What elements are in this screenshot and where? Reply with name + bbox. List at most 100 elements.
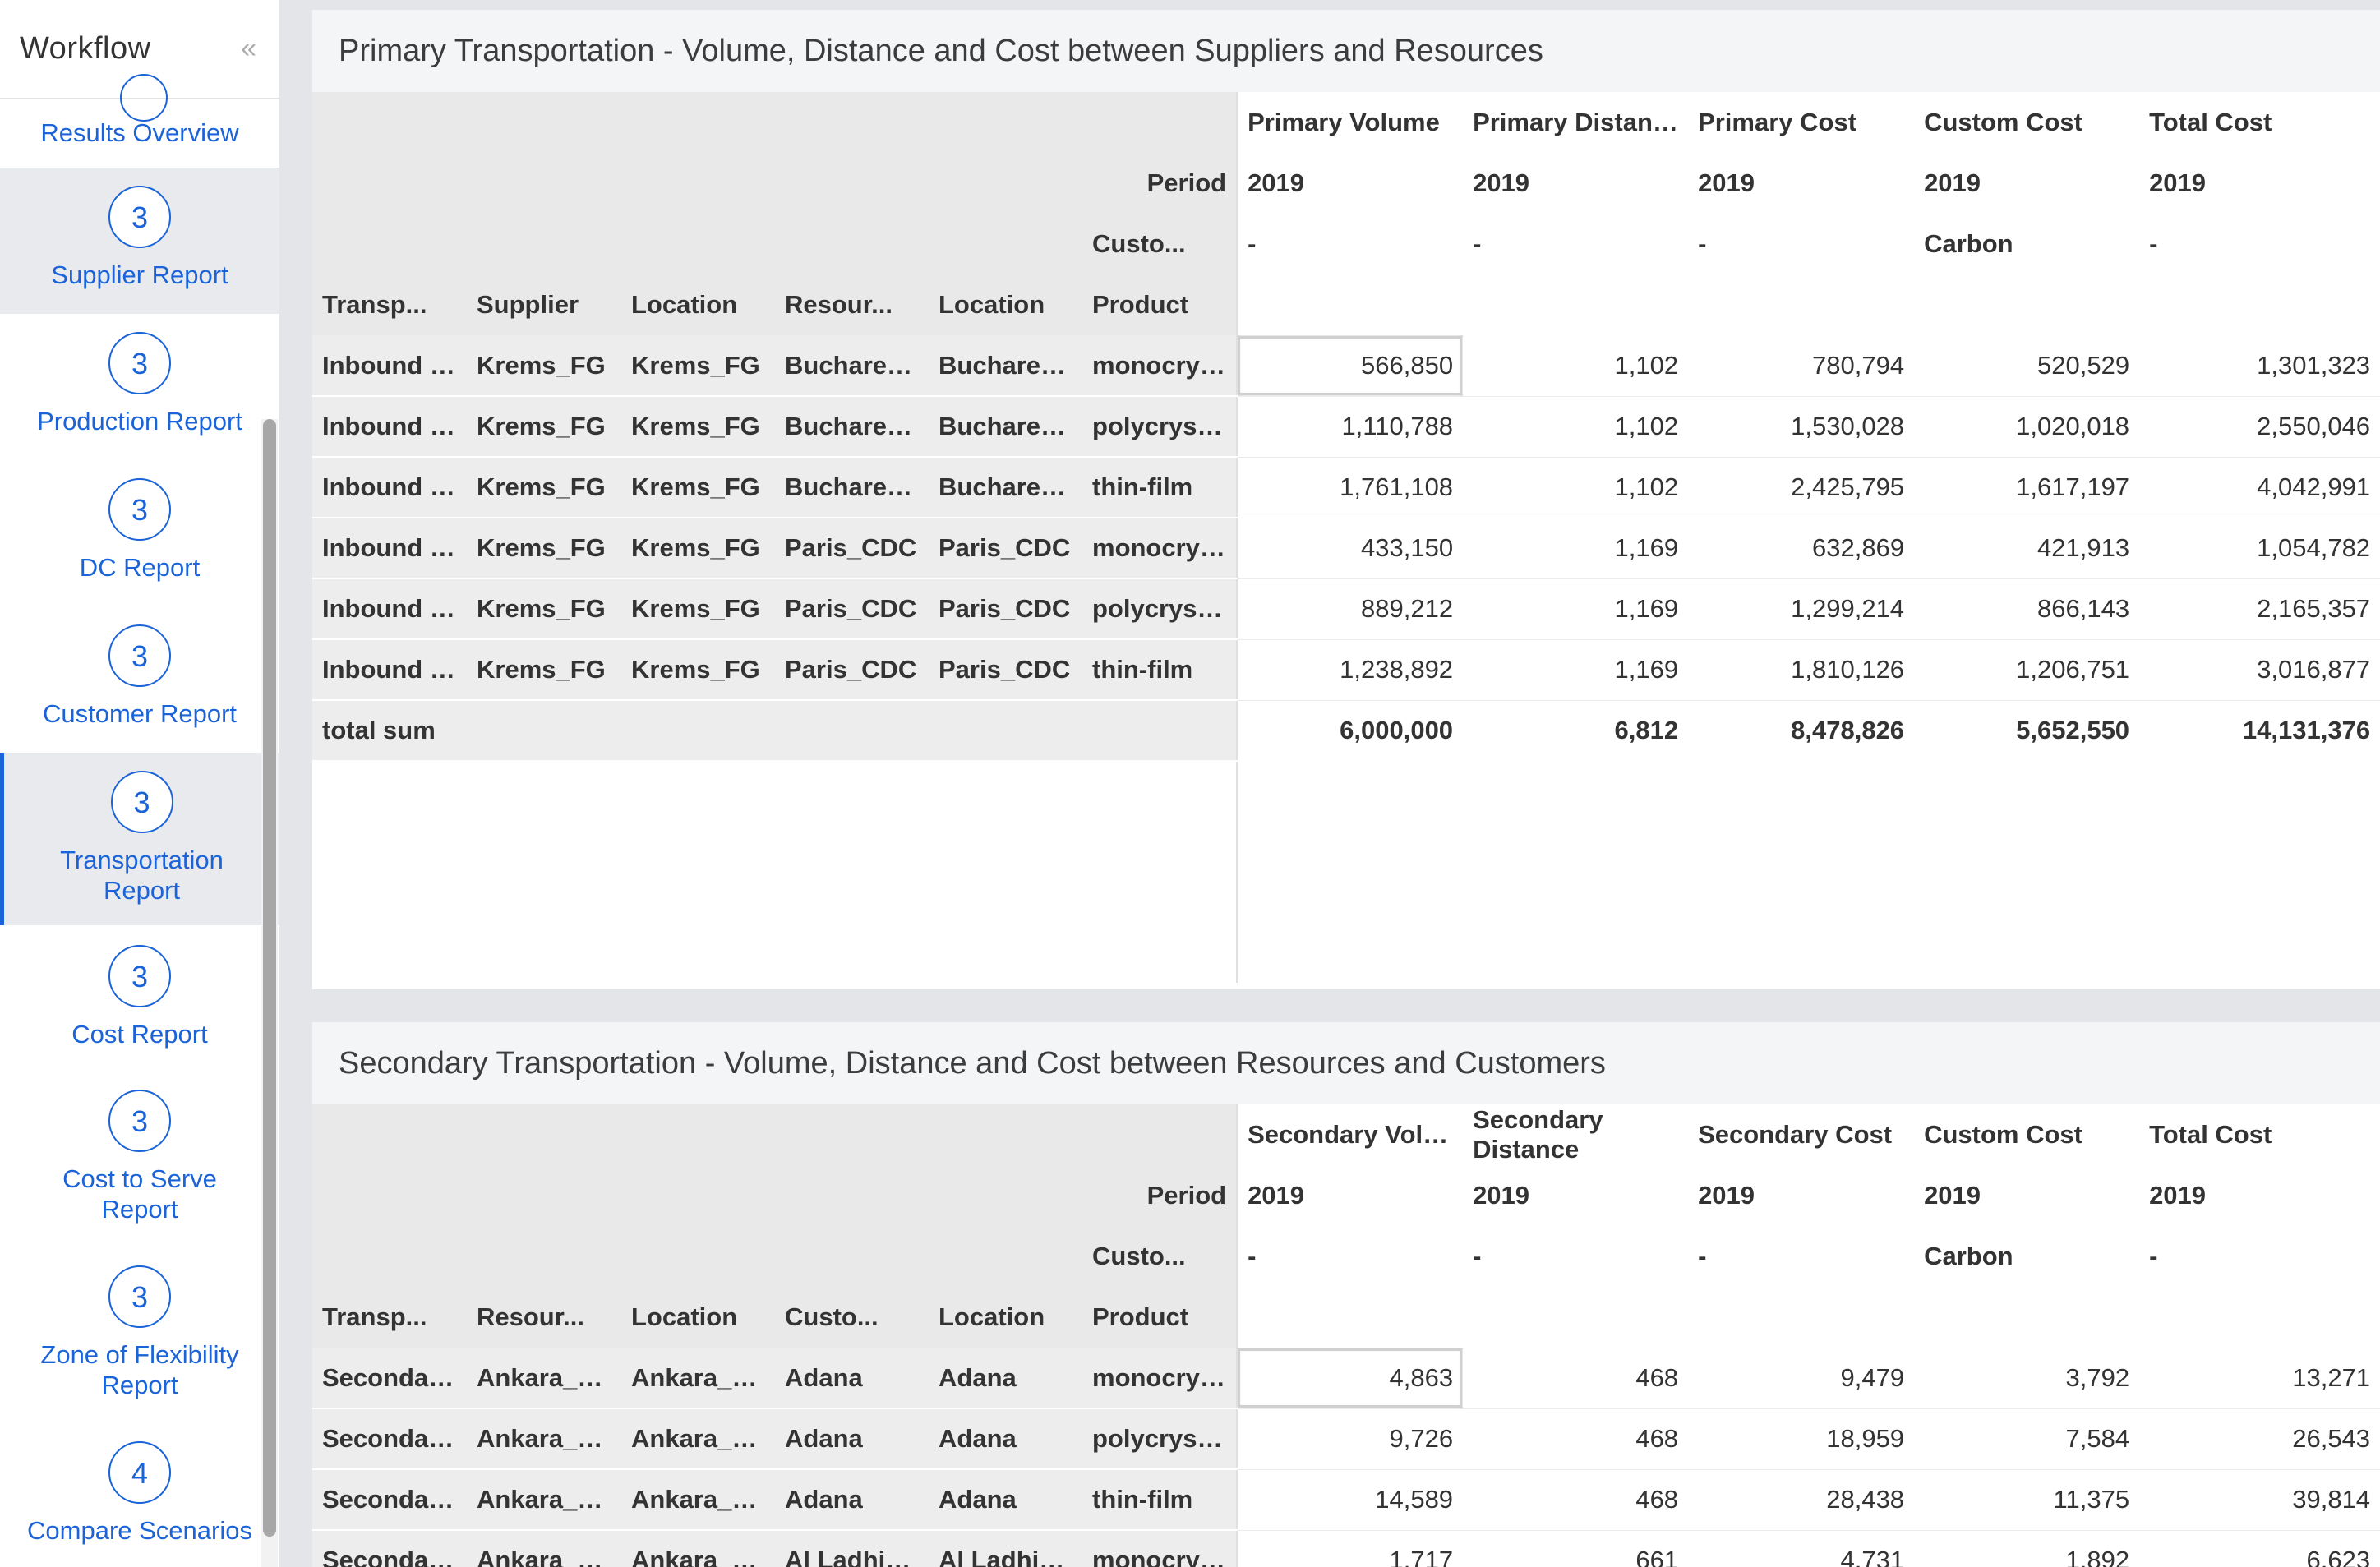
sidebar-item-supplier-report[interactable]: 3 Supplier Report — [0, 168, 279, 314]
row-dim-cell[interactable]: Krems_FG — [467, 639, 621, 701]
sidebar-scrollbar-thumb[interactable] — [263, 419, 276, 1537]
value-cell[interactable]: 1,299,214 — [1688, 578, 1915, 640]
value-cell[interactable]: 3,792 — [1914, 1348, 2140, 1409]
value-cell[interactable]: 1,102 — [1463, 396, 1689, 458]
measure-header[interactable]: Total Cost — [2139, 1104, 2380, 1165]
value-cell[interactable]: 1,169 — [1463, 518, 1689, 579]
value-cell[interactable]: 7,584 — [1914, 1408, 2140, 1470]
row-dim-cell[interactable]: Inbound F... — [312, 578, 467, 640]
sidebar-item-customer-report[interactable]: 3 Customer Report — [0, 606, 279, 753]
value-cell[interactable]: 1,110,788 — [1236, 396, 1464, 458]
dimension-header[interactable]: Resour... — [775, 274, 929, 335]
row-dim-cell[interactable]: Adana — [929, 1348, 1082, 1409]
value-cell[interactable]: 26,543 — [2139, 1408, 2380, 1470]
value-cell[interactable]: 1,238,892 — [1236, 639, 1464, 701]
dimension-header[interactable]: Custo... — [775, 1287, 929, 1348]
row-dim-cell[interactable]: Paris_CDC — [929, 578, 1082, 640]
value-cell[interactable]: 2,165,357 — [2139, 578, 2380, 640]
value-cell[interactable]: 1,717 — [1236, 1530, 1464, 1567]
value-cell[interactable]: 468 — [1463, 1469, 1689, 1531]
value-cell[interactable]: 1,102 — [1463, 457, 1689, 518]
value-cell[interactable]: 1,761,108 — [1236, 457, 1464, 518]
dimension-header[interactable]: Product — [1082, 274, 1238, 335]
row-dim-cell[interactable]: Adana — [775, 1408, 929, 1470]
dimension-header[interactable]: Location — [621, 274, 775, 335]
dimension-header[interactable]: Transp... — [312, 1287, 467, 1348]
row-dim-cell[interactable]: Bucharest... — [929, 457, 1082, 518]
value-cell[interactable]: 28,438 — [1688, 1469, 1915, 1531]
row-dim-cell[interactable]: Krems_FG — [621, 518, 775, 579]
value-cell[interactable]: 433,150 — [1236, 518, 1464, 579]
value-cell[interactable]: 2,550,046 — [2139, 396, 2380, 458]
row-dim-cell[interactable]: Al Ladhiqi... — [775, 1530, 929, 1567]
selected-value-cell[interactable]: 566,850 — [1236, 335, 1464, 397]
row-dim-cell[interactable]: Paris_CDC — [929, 518, 1082, 579]
value-cell[interactable]: 18,959 — [1688, 1408, 1915, 1470]
row-dim-cell[interactable]: Inbound F... — [312, 457, 467, 518]
row-dim-cell[interactable]: Adana — [775, 1469, 929, 1531]
value-cell[interactable]: 468 — [1463, 1348, 1689, 1409]
value-cell[interactable]: 866,143 — [1914, 578, 2140, 640]
dimension-header[interactable]: Transp... — [312, 274, 467, 335]
measure-header[interactable]: Custom Cost — [1914, 1104, 2140, 1165]
row-dim-cell[interactable]: Krems_FG — [467, 457, 621, 518]
sidebar-item-compare-scenarios[interactable]: 4 Compare Scenarios — [0, 1423, 279, 1567]
value-cell[interactable]: 780,794 — [1688, 335, 1915, 397]
row-dim-cell[interactable]: monocrys... — [1082, 335, 1238, 397]
row-dim-cell[interactable]: Paris_CDC — [775, 578, 929, 640]
value-cell[interactable]: 1,206,751 — [1914, 639, 2140, 701]
sidebar-item-cost-to-serve-report[interactable]: 3 Cost to Serve Report — [0, 1072, 279, 1247]
value-cell[interactable]: 11,375 — [1914, 1469, 2140, 1531]
value-cell[interactable]: 421,913 — [1914, 518, 2140, 579]
value-cell[interactable]: 6,623 — [2139, 1530, 2380, 1567]
row-dim-cell[interactable]: Bucharest... — [929, 396, 1082, 458]
dimension-header[interactable]: Location — [621, 1287, 775, 1348]
value-cell[interactable]: 1,102 — [1463, 335, 1689, 397]
row-dim-cell[interactable]: Secondar... — [312, 1348, 467, 1409]
total-value-cell[interactable]: 14,131,376 — [2139, 700, 2380, 761]
value-cell[interactable]: 520,529 — [1914, 335, 2140, 397]
row-dim-cell[interactable]: Krems_FG — [621, 578, 775, 640]
value-cell[interactable]: 889,212 — [1236, 578, 1464, 640]
row-dim-cell[interactable]: Secondar... — [312, 1408, 467, 1470]
row-dim-cell[interactable]: thin-film — [1082, 457, 1238, 518]
row-dim-cell[interactable]: Adana — [929, 1469, 1082, 1531]
value-cell[interactable]: 1,892 — [1914, 1530, 2140, 1567]
value-cell[interactable]: 661 — [1463, 1530, 1689, 1567]
measure-header[interactable]: Secondary Cost — [1688, 1104, 1915, 1165]
row-dim-cell[interactable]: Secondar... — [312, 1530, 467, 1567]
dimension-header[interactable]: Resour... — [467, 1287, 621, 1348]
row-dim-cell[interactable]: Secondar... — [312, 1469, 467, 1531]
row-dim-cell[interactable]: Ankara_LDC — [467, 1469, 621, 1531]
sidebar-item-production-report[interactable]: 3 Production Report — [0, 314, 279, 460]
row-dim-cell[interactable]: Krems_FG — [467, 578, 621, 640]
value-cell[interactable]: 1,169 — [1463, 639, 1689, 701]
sidebar-item-zone-of-flexibility-report[interactable]: 3 Zone of Flexibility Report — [0, 1247, 279, 1423]
row-dim-cell[interactable]: Krems_FG — [467, 335, 621, 397]
value-cell[interactable]: 1,530,028 — [1688, 396, 1915, 458]
value-cell[interactable]: 1,169 — [1463, 578, 1689, 640]
row-dim-cell[interactable]: polycrysta... — [1082, 578, 1238, 640]
row-dim-cell[interactable]: Bucharest... — [775, 335, 929, 397]
value-cell[interactable]: 13,271 — [2139, 1348, 2380, 1409]
row-dim-cell[interactable]: Paris_CDC — [929, 639, 1082, 701]
measure-header[interactable]: Secondary Distance — [1463, 1104, 1689, 1165]
measure-header[interactable]: Total Cost — [2139, 92, 2380, 153]
row-dim-cell[interactable]: Krems_FG — [621, 457, 775, 518]
row-dim-cell[interactable]: Bucharest... — [775, 457, 929, 518]
row-dim-cell[interactable]: monocrys... — [1082, 1530, 1238, 1567]
value-cell[interactable]: 468 — [1463, 1408, 1689, 1470]
value-cell[interactable]: 39,814 — [2139, 1469, 2380, 1531]
total-value-cell[interactable]: 6,812 — [1463, 700, 1689, 761]
value-cell[interactable]: 9,726 — [1236, 1408, 1464, 1470]
row-dim-cell[interactable]: Inbound F... — [312, 639, 467, 701]
row-dim-cell[interactable]: Ankara_LDC — [467, 1408, 621, 1470]
row-dim-cell[interactable]: Ankara_LDC — [467, 1348, 621, 1409]
measure-header[interactable]: Primary Distance — [1463, 92, 1689, 153]
value-cell[interactable]: 2,425,795 — [1688, 457, 1915, 518]
row-dim-cell[interactable]: monocrys... — [1082, 1348, 1238, 1409]
sidebar-item-cost-report[interactable]: 3 Cost Report — [0, 925, 279, 1072]
row-dim-cell[interactable]: Ankara_LDC — [621, 1348, 775, 1409]
row-dim-cell[interactable]: Ankara_LDC — [621, 1469, 775, 1531]
value-cell[interactable]: 1,810,126 — [1688, 639, 1915, 701]
